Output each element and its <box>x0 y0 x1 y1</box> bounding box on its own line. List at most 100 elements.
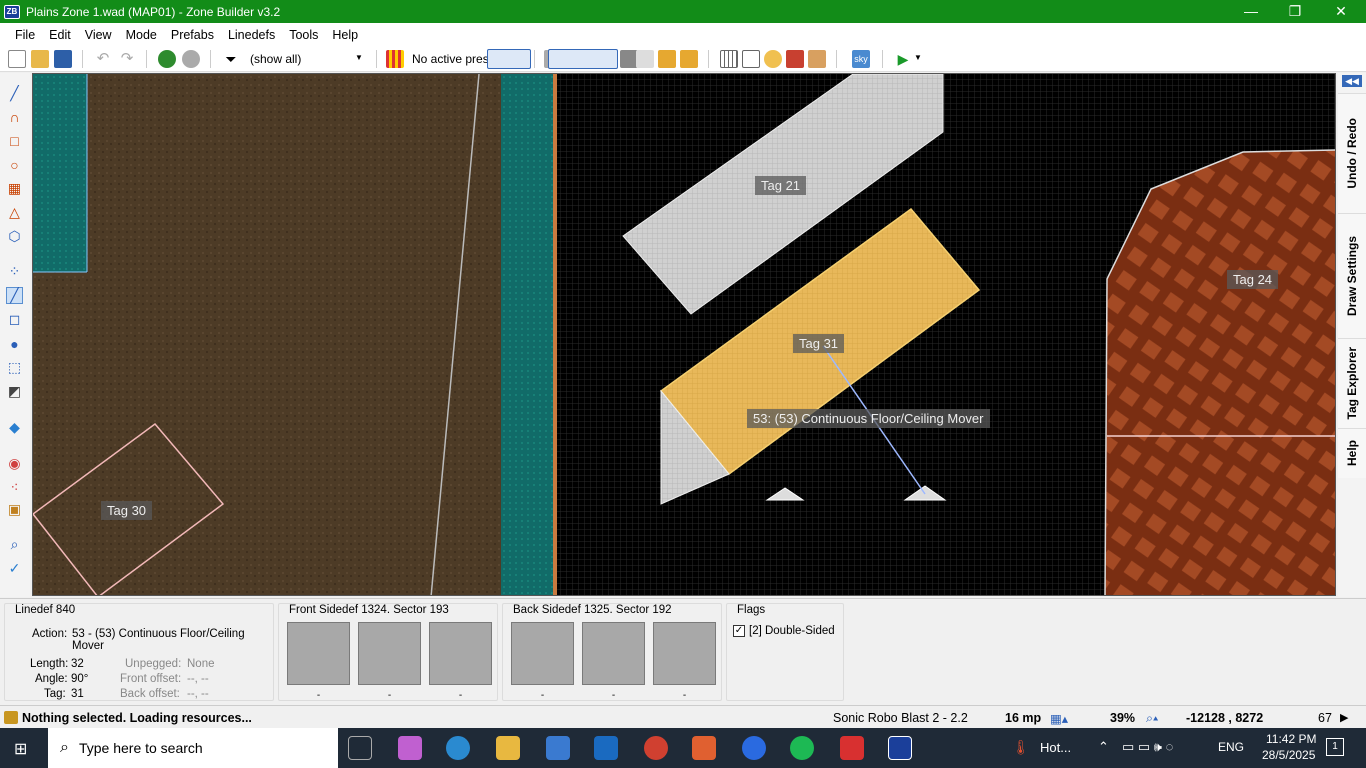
water-sector-left[interactable] <box>33 74 87 272</box>
double-sided-checkbox[interactable]: ✓ <box>733 625 745 637</box>
back-upper-texture[interactable] <box>511 622 574 685</box>
media-icon[interactable] <box>692 736 716 760</box>
grid-setup-icon[interactable] <box>742 50 760 68</box>
map-canvas[interactable] <box>33 74 1336 596</box>
front-upper-texture[interactable] <box>287 622 350 685</box>
make-sectors-icon[interactable]: ⬚ <box>6 359 23 376</box>
presets-icon[interactable] <box>386 50 404 68</box>
menu-view[interactable]: View <box>78 28 119 42</box>
grid-icon[interactable] <box>720 50 738 68</box>
menu-linedefs[interactable]: Linedefs <box>221 28 282 42</box>
draw-polygon-icon[interactable]: ⬡ <box>6 228 23 245</box>
water-sector-right[interactable] <box>501 74 553 596</box>
weather-icon[interactable]: 🌡 <box>1012 739 1030 756</box>
draw-ellipse-icon[interactable]: ○ <box>6 156 23 173</box>
spotify-icon[interactable] <box>790 736 814 760</box>
linedefs-mode-icon[interactable]: ╱ <box>6 287 23 304</box>
tab-tag-explorer[interactable]: Tag Explorer <box>1338 338 1366 428</box>
tree-icon[interactable] <box>158 50 176 68</box>
menu-file[interactable]: File <box>8 28 42 42</box>
language-indicator[interactable]: ENG <box>1218 740 1244 754</box>
copilot-icon[interactable] <box>398 736 422 760</box>
front-lower-texture[interactable] <box>429 622 492 685</box>
things-mode-icon[interactable]: ● <box>6 335 23 352</box>
color-picker-icon[interactable]: ◉ <box>6 455 23 472</box>
snap-icon[interactable] <box>764 50 782 68</box>
taskbar-search[interactable]: ⌕ Type here to search <box>48 728 338 768</box>
find-replace-icon[interactable]: ⌕ <box>6 536 23 553</box>
tray-chevron-icon[interactable]: ⌃ <box>1098 739 1109 755</box>
menu-mode[interactable]: Mode <box>119 28 164 42</box>
redo-icon[interactable]: ↷ <box>118 50 136 68</box>
weather-text[interactable]: Hot... <box>1040 740 1071 755</box>
orange-wall-line[interactable] <box>553 74 557 596</box>
outlook-icon[interactable] <box>594 736 618 760</box>
sector-tag-24[interactable] <box>1104 149 1336 596</box>
menu-tools[interactable]: Tools <box>282 28 325 42</box>
auto-merge-icon[interactable] <box>808 50 826 68</box>
filter-chevron-down-icon[interactable]: ▼ <box>355 53 363 62</box>
front-middle-texture[interactable] <box>358 622 421 685</box>
collapse-panel-icon[interactable]: ◀◀ <box>1342 75 1362 87</box>
scatter-icon[interactable]: ⁖ <box>6 479 23 496</box>
edit-selection-icon[interactable]: ◩ <box>6 383 23 400</box>
paste-props-options-icon[interactable] <box>680 50 698 68</box>
draw-lines-icon[interactable]: ╱ <box>6 85 23 102</box>
grid-size-icon[interactable]: ▦▴ <box>1050 711 1068 726</box>
draw-grid-icon[interactable]: ▦ <box>6 180 23 197</box>
store-icon[interactable] <box>546 736 570 760</box>
fps-arrow-icon[interactable]: ▶ <box>1340 711 1348 724</box>
tray-icons[interactable]: ▭ ▭ 🕪 ◌ <box>1122 739 1173 755</box>
play-chevron-down-icon[interactable]: ▼ <box>914 53 922 62</box>
windows-start-icon[interactable]: ⊞ <box>14 739 27 759</box>
undo-icon[interactable]: ↶ <box>94 50 112 68</box>
filter-icon[interactable]: ⏷ <box>222 50 240 68</box>
chrome-icon[interactable] <box>644 736 668 760</box>
paste-props-icon[interactable] <box>658 50 676 68</box>
menu-prefabs[interactable]: Prefabs <box>164 28 221 42</box>
map-viewport[interactable]: Tag 21 Tag 31 Tag 24 Tag 30 53: (53) Con… <box>32 73 1336 596</box>
wps-icon[interactable] <box>840 736 864 760</box>
back-middle-texture[interactable] <box>582 622 645 685</box>
save-map-icon[interactable] <box>54 50 72 68</box>
draw-triangle-icon[interactable]: △ <box>6 204 23 221</box>
draw-rectangle-icon[interactable]: □ <box>6 132 23 149</box>
copy-props-icon[interactable] <box>636 50 654 68</box>
clock-time[interactable]: 11:42 PM <box>1266 732 1316 746</box>
zoom-level[interactable]: 39% <box>1110 711 1135 725</box>
filter-dropdown[interactable]: (show all) <box>250 52 301 66</box>
things-icon[interactable] <box>182 50 200 68</box>
menu-edit[interactable]: Edit <box>42 28 78 42</box>
sectors-mode-icon[interactable]: ◻ <box>6 311 23 328</box>
things-mode-toggle-icon[interactable] <box>487 49 531 69</box>
minimize-button[interactable]: — <box>1228 0 1274 23</box>
new-map-icon[interactable] <box>8 50 26 68</box>
zone-builder-icon[interactable] <box>888 736 912 760</box>
zoom-icon[interactable]: ⌕▴ <box>1146 711 1158 726</box>
terrain-icon[interactable]: ▣ <box>6 501 23 518</box>
close-button[interactable]: ✕ <box>1318 0 1364 23</box>
clock-date[interactable]: 28/5/2025 <box>1262 748 1315 762</box>
back-lower-texture[interactable] <box>653 622 716 685</box>
open-map-icon[interactable] <box>31 50 49 68</box>
view-mode-toggle-icon[interactable] <box>548 49 618 69</box>
file-explorer-icon[interactable] <box>496 736 520 760</box>
notifications-icon[interactable]: 1 <box>1326 738 1344 756</box>
grid-size[interactable]: 16 mp <box>1005 711 1041 725</box>
game-config[interactable]: Sonic Robo Blast 2 - 2.2 <box>833 711 968 725</box>
map-analysis-icon[interactable]: ✓ <box>6 560 23 577</box>
vertices-mode-icon[interactable]: ⁘ <box>6 263 23 280</box>
tab-undo-redo[interactable]: Undo / Redo <box>1338 93 1366 213</box>
task-view-icon[interactable] <box>348 736 372 760</box>
tab-draw-settings[interactable]: Draw Settings <box>1338 213 1366 338</box>
draw-curve-icon[interactable]: ∩ <box>6 108 23 125</box>
visual-mode-icon[interactable]: ◆ <box>6 419 23 436</box>
zalo-icon[interactable] <box>742 736 766 760</box>
menu-help[interactable]: Help <box>325 28 365 42</box>
merge-icon[interactable] <box>786 50 804 68</box>
sky-toggle-icon[interactable]: sky <box>852 50 870 68</box>
maximize-button[interactable]: ❐ <box>1272 0 1318 23</box>
tab-help[interactable]: Help <box>1338 428 1366 478</box>
edge-icon[interactable] <box>446 736 470 760</box>
play-test-icon[interactable]: ▶ <box>894 50 912 68</box>
